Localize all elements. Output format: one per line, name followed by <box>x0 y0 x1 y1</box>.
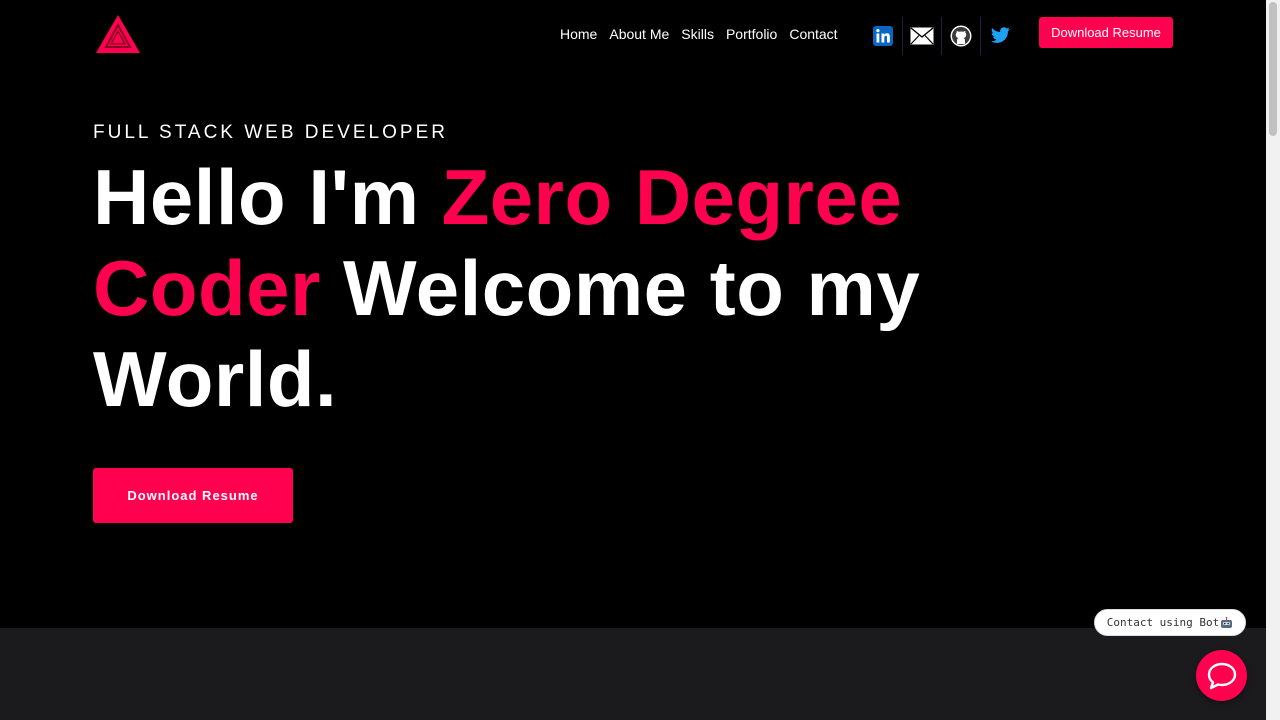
twitter-link[interactable] <box>981 17 1019 55</box>
headline-part-1: Hello I'm <box>93 153 442 241</box>
page: Home About Me Skills Portfolio Contact D… <box>0 0 1280 720</box>
chat-bubble-icon <box>1207 662 1236 689</box>
nav-skills[interactable]: Skills <box>675 24 720 44</box>
scrollbar-thumb[interactable] <box>1269 2 1277 136</box>
download-resume-button[interactable]: Download Resume <box>93 468 293 523</box>
nav-portfolio[interactable]: Portfolio <box>720 24 783 44</box>
next-section <box>0 628 1266 720</box>
main-nav: Home About Me Skills Portfolio Contact <box>554 24 844 44</box>
triangle-logo-icon <box>96 15 140 53</box>
nav-contact[interactable]: Contact <box>783 24 843 44</box>
mail-icon <box>910 27 934 45</box>
github-link[interactable] <box>942 17 981 55</box>
download-resume-button-header[interactable]: Download Resume <box>1039 17 1173 48</box>
chat-launcher-button[interactable] <box>1196 650 1247 701</box>
social-links <box>864 16 1019 56</box>
logo[interactable] <box>95 14 141 54</box>
hero-headline: Hello I'm Zero Degree Coder Welcome to m… <box>93 152 1053 425</box>
github-icon <box>950 25 972 47</box>
linkedin-link[interactable] <box>864 17 903 55</box>
mail-link[interactable] <box>903 17 942 55</box>
nav-home[interactable]: Home <box>554 24 603 44</box>
hero-subtitle: FULL STACK WEB DEVELOPER <box>93 122 448 143</box>
robot-icon <box>1221 616 1233 628</box>
linkedin-icon <box>873 26 893 46</box>
contact-bot-bubble[interactable]: Contact using Bot <box>1094 609 1246 636</box>
nav-about-me[interactable]: About Me <box>603 24 675 44</box>
page-scrollbar[interactable] <box>1266 0 1280 720</box>
bot-bubble-label: Contact using Bot <box>1106 616 1220 629</box>
twitter-icon <box>990 27 1010 43</box>
